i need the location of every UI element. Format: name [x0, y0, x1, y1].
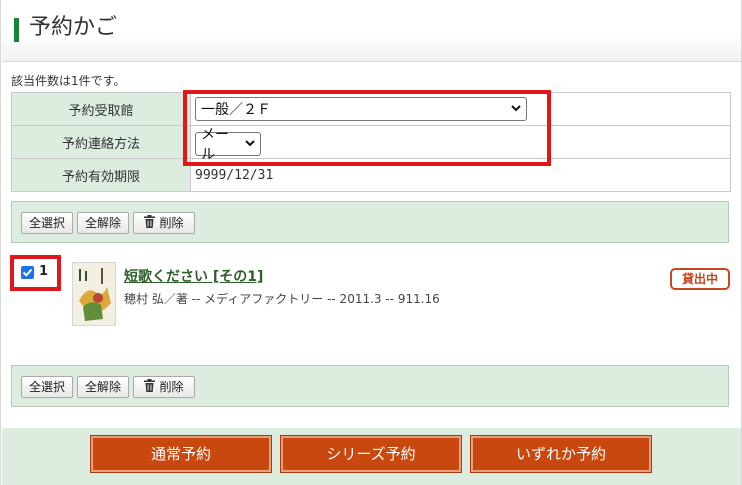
status-badge: 貸出中	[670, 268, 730, 290]
page-header: 予約かご	[2, 0, 741, 62]
either-reserve-button[interactable]: いずれか予約	[470, 435, 652, 473]
trash-icon	[144, 214, 156, 234]
trash-icon	[144, 378, 156, 398]
page-title: 予約かご	[29, 15, 118, 40]
contact-method-label: 予約連絡方法	[11, 125, 191, 159]
title-accent-bar	[14, 18, 19, 42]
toolbar-bottom: 全選択 全解除 削除	[11, 365, 729, 407]
reservation-cart-page: 予約かご 該当件数は1件です。 予約受取館 一般／２Ｆ 予約連絡方法 メール 予…	[0, 0, 742, 485]
result-count: 該当件数は1件です。	[11, 74, 126, 88]
series-reserve-button[interactable]: シリーズ予約	[280, 435, 462, 473]
select-all-button[interactable]: 全選択	[21, 376, 73, 398]
select-all-button[interactable]: 全選択	[21, 212, 73, 234]
delete-button[interactable]: 削除	[133, 212, 195, 234]
delete-button-label: 削除	[159, 380, 184, 394]
normal-reserve-button[interactable]: 通常予約	[90, 435, 272, 473]
delete-button[interactable]: 削除	[133, 376, 195, 398]
book-meta: 穂村 弘／著 -- メディアファクトリー -- 2011.3 -- 911.16	[124, 292, 440, 306]
deselect-all-button[interactable]: 全解除	[77, 376, 129, 398]
expiry-value: 9999/12/31	[195, 167, 274, 183]
highlight-frame-checkbox	[10, 255, 61, 291]
book-cover-image[interactable]	[72, 262, 116, 326]
highlight-frame-settings	[183, 90, 551, 166]
toolbar-top: 全選択 全解除 削除	[11, 201, 729, 243]
delete-button-label: 削除	[159, 216, 184, 230]
book-title-link[interactable]: 短歌ください [その1]	[124, 266, 263, 286]
deselect-all-button[interactable]: 全解除	[77, 212, 129, 234]
expiry-label: 予約有効期限	[11, 158, 191, 192]
pickup-location-label: 予約受取館	[11, 92, 191, 126]
